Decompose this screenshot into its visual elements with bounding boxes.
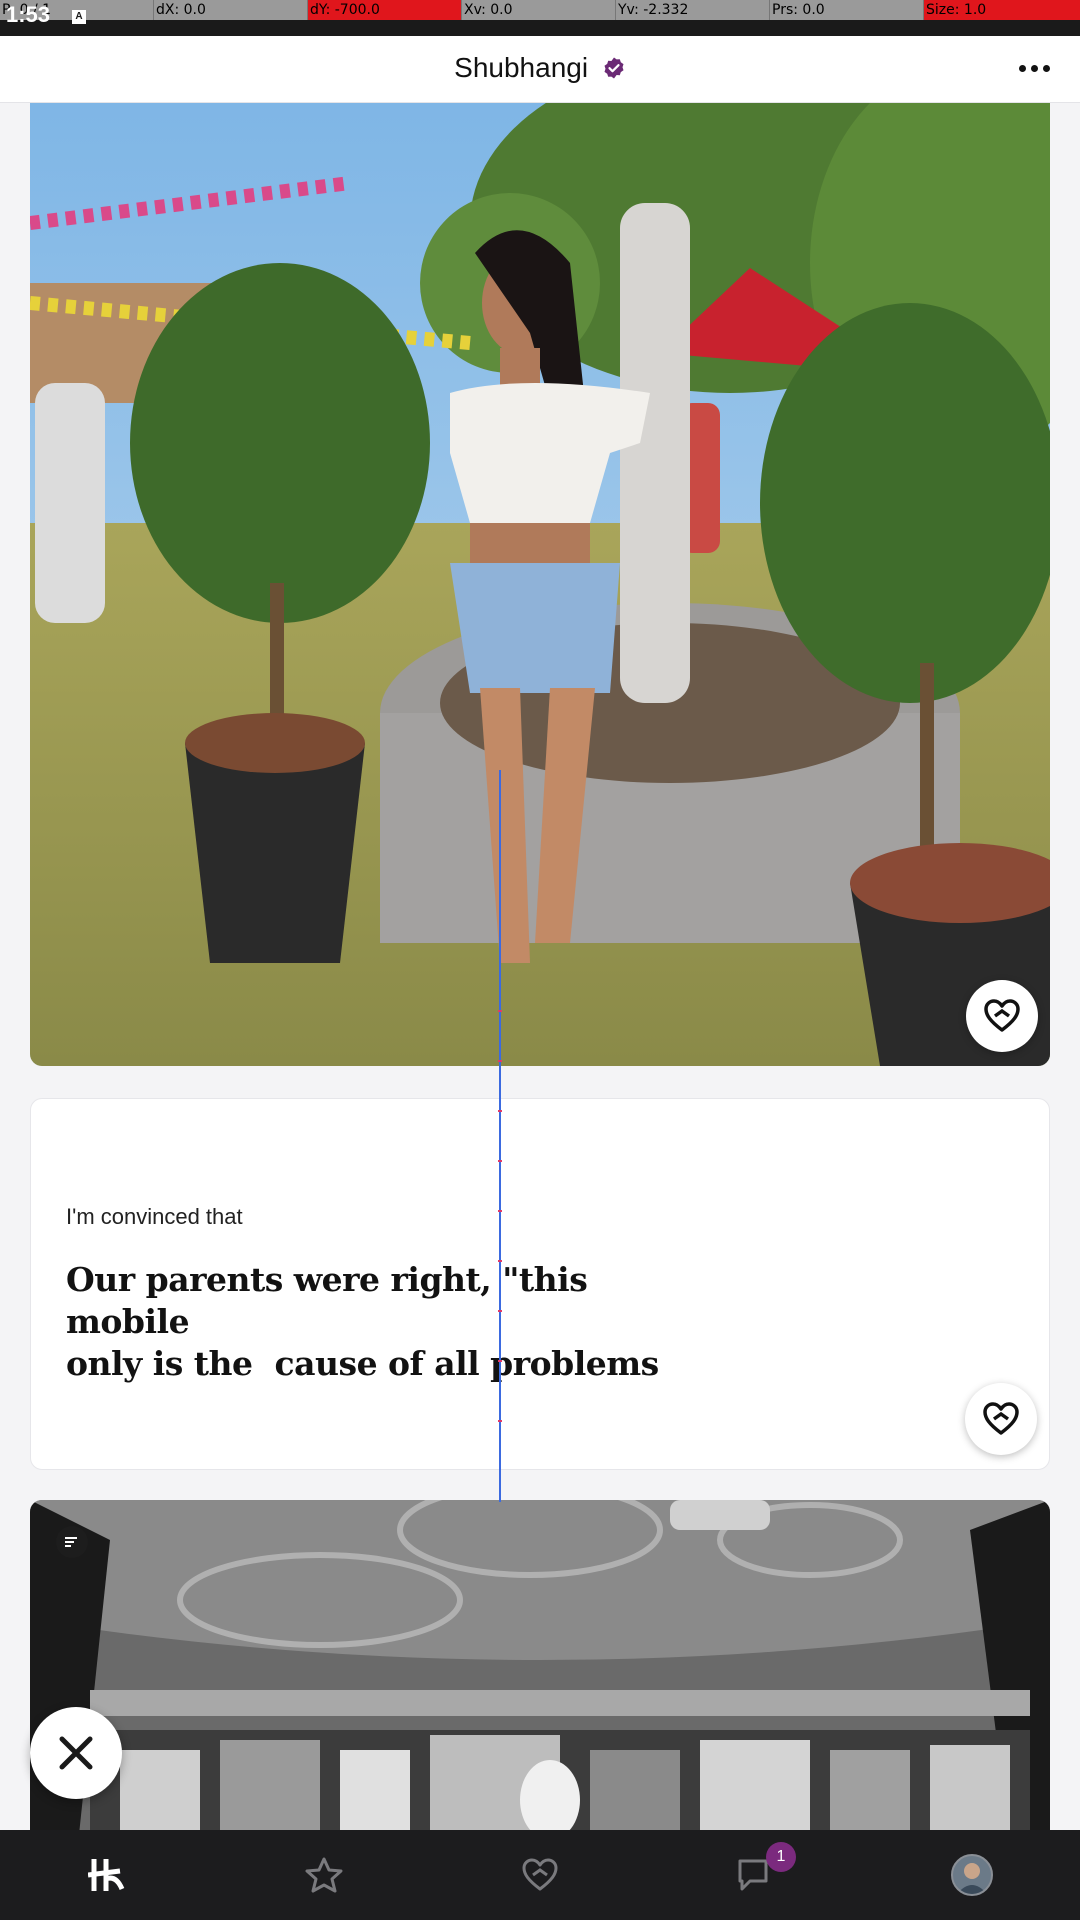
- pointer-trace-point: [498, 1210, 502, 1212]
- pointer-trace-point: [498, 1060, 502, 1062]
- bottom-navigation: 1: [0, 1830, 1080, 1920]
- heart-icon: [983, 1402, 1019, 1435]
- pointer-trace-point: [498, 1160, 502, 1162]
- pointer-trace-point: [498, 1310, 502, 1312]
- pointer-trace-point: [498, 1420, 502, 1422]
- like-prompt-button[interactable]: [965, 1383, 1037, 1455]
- more-dot-icon: [1043, 65, 1050, 72]
- heart-outline-icon: [522, 1858, 558, 1891]
- profile-header: Shubhangi: [0, 36, 1080, 103]
- verified-badge-icon: [604, 57, 624, 79]
- avatar-image: [957, 1863, 987, 1894]
- prompt-card[interactable]: I'm convinced that Our parents were righ…: [30, 1098, 1050, 1470]
- notification-icon: A: [72, 10, 86, 24]
- profile-name: Shubhangi: [454, 52, 589, 83]
- text-lines-icon: [65, 1537, 77, 1547]
- profile-photo: [30, 103, 1050, 1066]
- nav-profile[interactable]: [864, 1830, 1080, 1920]
- nav-messages[interactable]: 1: [648, 1830, 864, 1920]
- heart-icon: [984, 999, 1020, 1032]
- pointer-trace-line: [499, 770, 501, 1502]
- more-dot-icon: [1019, 65, 1026, 72]
- hinge-logo-icon: [88, 1859, 125, 1891]
- more-dot-icon: [1031, 65, 1038, 72]
- prompt-question: I'm convinced that: [66, 1204, 243, 1229]
- skip-profile-button[interactable]: [30, 1707, 122, 1799]
- pointer-trace-point: [498, 1010, 502, 1012]
- star-icon: [305, 1857, 343, 1893]
- messages-badge: 1: [766, 1842, 796, 1872]
- like-photo-button[interactable]: [966, 980, 1038, 1052]
- avatar: [951, 1854, 993, 1896]
- overlay-dx: dX: 0.0: [154, 0, 308, 20]
- nav-standouts[interactable]: [216, 1830, 432, 1920]
- pointer-location-overlay: P: 0 / 1 dX: 0.0 dY: -700.0 Xv: 0.0 Yv: …: [0, 0, 1080, 20]
- prompt-answer: Our parents were right, "this mobile onl…: [66, 1260, 659, 1383]
- caption-icon[interactable]: [56, 1526, 88, 1558]
- overlay-pressure: Prs: 0.0: [770, 0, 924, 20]
- more-options-button[interactable]: [1019, 65, 1050, 72]
- status-bar: [0, 20, 1080, 36]
- status-time: 1:53: [6, 2, 51, 27]
- profile-name-wrapper: Shubhangi: [0, 52, 1080, 84]
- pointer-trace-point: [498, 1360, 502, 1362]
- overlay-size: Size: 1.0: [924, 0, 1080, 20]
- pointer-trace-point: [498, 1260, 502, 1262]
- close-icon: [59, 1736, 93, 1770]
- nav-likes[interactable]: [432, 1830, 648, 1920]
- profile-photo-card[interactable]: [30, 103, 1050, 1066]
- overlay-dy: dY: -700.0: [308, 0, 462, 20]
- nav-home[interactable]: [0, 1830, 216, 1920]
- overlay-yv: Yv: -2.332: [616, 0, 770, 20]
- pointer-trace-point: [498, 1110, 502, 1112]
- overlay-xv: Xv: 0.0: [462, 0, 616, 20]
